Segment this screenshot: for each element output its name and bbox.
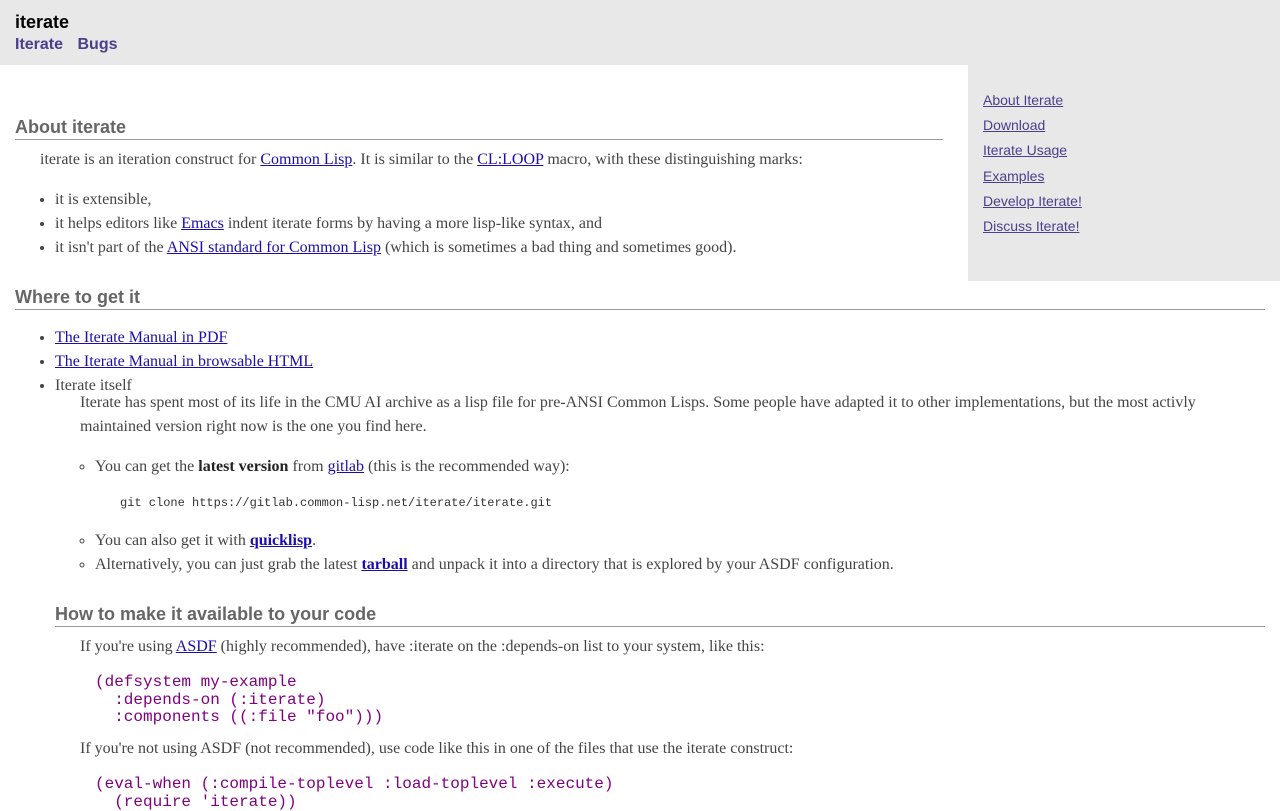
latest-version-label: latest version bbox=[198, 458, 289, 475]
sidebar-link-usage[interactable]: Iterate Usage bbox=[983, 142, 1067, 158]
manual-html-link[interactable]: The Iterate Manual in browsable HTML bbox=[55, 353, 313, 370]
list-item: it is extensible, bbox=[55, 188, 935, 212]
sidebar-link-develop[interactable]: Develop Iterate! bbox=[983, 193, 1082, 209]
common-lisp-link[interactable]: Common Lisp bbox=[260, 151, 352, 168]
howto-text: (highly recommended), have :iterate on t… bbox=[216, 638, 765, 655]
option-list-2: You can also get it with quicklisp. Alte… bbox=[95, 529, 1255, 577]
list-item: The Iterate Manual in browsable HTML bbox=[55, 350, 1255, 374]
option-text: You can also get it with bbox=[95, 532, 250, 549]
manual-pdf-link[interactable]: The Iterate Manual in PDF bbox=[55, 329, 227, 346]
option-list-1: You can get the latest version from gitl… bbox=[95, 455, 1255, 479]
sidebar-link-examples[interactable]: Examples bbox=[983, 168, 1044, 184]
mark-text: indent iterate forms by having a more li… bbox=[223, 215, 602, 232]
option-text: Alternatively, you can just grab the lat… bbox=[95, 556, 362, 573]
sidebar-item: Discuss Iterate! bbox=[983, 217, 1280, 242]
mark-text: (which is sometimes a bad thing and some… bbox=[380, 239, 737, 256]
list-item: it isn't part of the ANSI standard for C… bbox=[55, 236, 935, 260]
option-text: . bbox=[312, 532, 317, 549]
download-list: The Iterate Manual in PDF The Iterate Ma… bbox=[55, 326, 1255, 398]
sidebar-item: Iterate Usage bbox=[983, 141, 1280, 166]
sidebar-link-list: About Iterate Download Iterate Usage Exa… bbox=[968, 65, 1280, 242]
top-nav: Iterate Bugs bbox=[15, 36, 127, 54]
git-clone-command: git clone https://gitlab.common-lisp.net… bbox=[120, 496, 553, 510]
emacs-link[interactable]: Emacs bbox=[181, 215, 224, 232]
no-asdf-instructions: If you're not using ASDF (not recommende… bbox=[80, 740, 794, 757]
about-intro: iterate is an iteration construct for Co… bbox=[40, 148, 940, 172]
quicklisp-link[interactable]: quicklisp bbox=[250, 532, 312, 549]
mark-text: it helps editors like bbox=[55, 215, 182, 232]
option-text: (this is the recommended way): bbox=[364, 458, 570, 475]
ansi-standard-link[interactable]: ANSI standard for Common Lisp bbox=[167, 239, 381, 256]
list-item: You can get the latest version from gitl… bbox=[95, 455, 1255, 479]
sidebar-item: About Iterate bbox=[983, 91, 1280, 116]
sidebar-link-discuss[interactable]: Discuss Iterate! bbox=[983, 218, 1079, 234]
option-text: and unpack it into a directory that is e… bbox=[407, 556, 894, 573]
howto-text: If you're using bbox=[80, 638, 176, 655]
asdf-link[interactable]: ASDF bbox=[176, 638, 217, 655]
list-item: The Iterate Manual in PDF bbox=[55, 326, 1255, 350]
intro-text: iterate is an iteration construct for bbox=[40, 151, 261, 168]
intro-text: macro, with these distinguishing marks: bbox=[543, 151, 803, 168]
cl-loop-link[interactable]: CL:LOOP bbox=[477, 151, 543, 168]
list-item: You can also get it with quicklisp. bbox=[95, 529, 1255, 553]
howto-heading: How to make it available to your code bbox=[55, 603, 1265, 627]
site-header: iterate Iterate Bugs bbox=[0, 0, 1280, 65]
list-item: Alternatively, you can just grab the lat… bbox=[95, 553, 1255, 577]
eval-when-code-block: (eval-when (:compile-toplevel :load-topl… bbox=[95, 775, 614, 811]
gitlab-link[interactable]: gitlab bbox=[328, 458, 364, 475]
tarball-link[interactable]: tarball bbox=[361, 556, 407, 573]
nav-link-iterate[interactable]: Iterate bbox=[15, 36, 63, 53]
asdf-instructions: If you're using ASDF (highly recommended… bbox=[80, 635, 1240, 659]
list-item: it helps editors like Emacs indent itera… bbox=[55, 212, 935, 236]
site-title: iterate bbox=[15, 12, 70, 32]
sidebar-item: Examples bbox=[983, 167, 1280, 192]
intro-text: . It is similar to the bbox=[352, 151, 478, 168]
iterate-description: Iterate has spent most of its life in th… bbox=[80, 394, 1196, 435]
where-heading: Where to get it bbox=[15, 286, 1265, 310]
sidebar: About Iterate Download Iterate Usage Exa… bbox=[968, 65, 1280, 281]
option-text: from bbox=[288, 458, 328, 475]
sidebar-link-download[interactable]: Download bbox=[983, 117, 1045, 133]
marks-list: it is extensible, it helps editors like … bbox=[55, 188, 935, 260]
option-text: You can get the bbox=[95, 458, 199, 475]
mark-text: it is extensible, bbox=[55, 191, 152, 208]
sidebar-link-about[interactable]: About Iterate bbox=[983, 92, 1063, 108]
mark-text: it isn't part of the bbox=[55, 239, 167, 256]
sidebar-item: Develop Iterate! bbox=[983, 192, 1280, 217]
nav-link-bugs[interactable]: Bugs bbox=[77, 36, 117, 53]
defsystem-code-block: (defsystem my-example :depends-on (:iter… bbox=[95, 673, 384, 726]
about-heading: About iterate bbox=[15, 116, 943, 140]
sidebar-item: Download bbox=[983, 116, 1280, 141]
